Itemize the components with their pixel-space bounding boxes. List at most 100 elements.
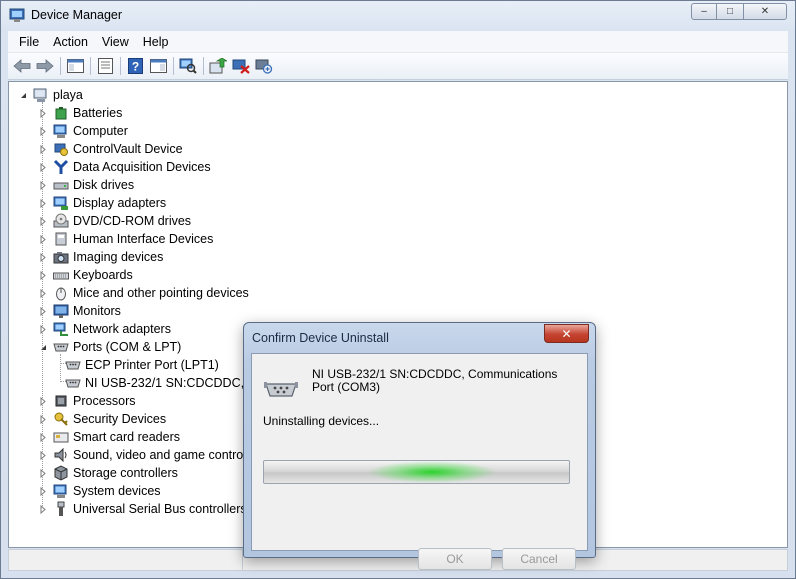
hid-icon [53,231,69,247]
expand-arrow-icon[interactable] [39,144,47,154]
tree-item-label: Security Devices [73,412,167,426]
tree-category-item[interactable]: Data Acquisition Devices [39,158,211,176]
tree-item-label: System devices [73,484,161,498]
help-button[interactable]: ? [124,55,146,77]
minimize-button[interactable]: – [691,3,717,20]
expand-arrow-icon[interactable] [39,288,47,298]
expand-arrow-icon[interactable] [39,270,47,280]
show-hide-tree-button[interactable] [64,55,86,77]
tree-category-item[interactable]: Storage controllers [39,464,178,482]
security-icon [53,411,69,427]
tree-category-item[interactable]: Ports (COM & LPT) [39,338,181,356]
tree-category-item[interactable]: System devices [39,482,161,500]
tree-root[interactable]: playa [19,86,83,104]
properties-icon [97,58,113,74]
processor-icon [53,393,69,409]
tree-category-item[interactable]: Batteries [39,104,122,122]
menu-help[interactable]: Help [136,35,176,49]
status-cell [9,550,243,570]
tree-item-label: Ports (COM & LPT) [73,340,182,354]
expand-arrow-icon[interactable] [39,180,47,190]
ok-button[interactable]: OK [418,548,492,570]
tree-item-label: Universal Serial Bus controllers [73,502,247,516]
collapse-arrow-icon[interactable] [19,91,27,100]
tree-category-item[interactable]: Mice and other pointing devices [39,284,249,302]
tree-category-item[interactable]: Imaging devices [39,248,163,266]
storage-icon [53,465,69,481]
tree-child-item[interactable]: ECP Printer Port (LPT1) [65,356,219,374]
tree-item-label: Disk drives [73,178,135,192]
expand-arrow-icon[interactable] [39,414,47,424]
tree-category-item[interactable]: Smart card readers [39,428,180,446]
properties-button[interactable] [94,55,116,77]
expand-arrow-icon[interactable] [39,324,47,334]
close-icon: ✕ [561,326,572,341]
expand-arrow-icon[interactable] [39,198,47,208]
tree-category-item[interactable]: Disk drives [39,176,134,194]
computer-name: playa [53,88,83,102]
expand-arrow-icon[interactable] [39,432,47,442]
tree-item-label: Mice and other pointing devices [73,286,249,300]
update-driver-button[interactable] [207,55,229,77]
disk-drive-icon [53,177,69,193]
battery-icon [53,105,69,121]
network-adapter-icon [53,321,69,337]
tree-child-item[interactable]: NI USB-232/1 SN:CDCDDC, C [65,374,257,392]
keyboard-icon [53,267,69,283]
dialog-close-button[interactable]: ✕ [544,324,589,343]
tree-category-item[interactable]: Monitors [39,302,121,320]
tree-category-item[interactable]: Display adapters [39,194,166,212]
device-name: NI USB-232/1 SN:CDCDDC, Communications P… [312,367,558,394]
sound-icon [53,447,69,463]
scan-hardware-button[interactable] [177,55,199,77]
tree-item-label: NI USB-232/1 SN:CDCDDC, C [85,376,257,390]
computer-icon [33,87,49,103]
tree-item-label: Imaging devices [73,250,164,264]
expand-arrow-icon[interactable] [39,396,47,406]
tree-item-label: Human Interface Devices [73,232,214,246]
menu-file[interactable]: File [12,35,46,49]
maximize-button[interactable]: □ [717,3,743,20]
mouse-icon [53,285,69,301]
menu-view[interactable]: View [95,35,136,49]
tree-category-item[interactable]: DVD/CD-ROM drives [39,212,191,230]
forward-button[interactable] [34,55,56,77]
tree-category-item[interactable]: Computer [39,122,128,140]
tree-category-item[interactable]: Sound, video and game controlle [39,446,256,464]
show-action-pane-button[interactable] [147,55,169,77]
dialog-body: NI USB-232/1 SN:CDCDDC, Communications P… [251,353,588,570]
tree-item-label: Network adapters [73,322,171,336]
close-button[interactable]: ✕ [743,3,787,20]
imaging-icon [53,249,69,265]
tree-category-item[interactable]: Universal Serial Bus controllers [39,500,247,518]
usb-icon [53,501,69,517]
tree-category-item[interactable]: ControlVault Device [39,140,183,158]
expand-arrow-icon[interactable] [39,252,47,262]
expand-arrow-icon[interactable] [39,108,47,118]
menu-action[interactable]: Action [46,35,95,49]
tree-category-item[interactable]: Network adapters [39,320,171,338]
expand-arrow-icon[interactable] [39,450,47,460]
tree-category-item[interactable]: Human Interface Devices [39,230,213,248]
uninstall-device-button[interactable] [253,55,275,77]
disable-device-button[interactable] [230,55,252,77]
tree-category-item[interactable]: Security Devices [39,410,166,428]
cancel-button[interactable]: Cancel [502,548,576,570]
expand-arrow-icon[interactable] [39,486,47,496]
expand-arrow-icon[interactable] [39,162,47,172]
tree-item-label: Monitors [73,304,121,318]
tree-item-label: Smart card readers [73,430,180,444]
expand-arrow-icon[interactable] [39,234,47,244]
back-button[interactable] [11,55,33,77]
computer-icon [53,123,69,139]
tree-category-item[interactable]: Keyboards [39,266,133,284]
tree-category-item[interactable]: Processors [39,392,136,410]
expand-arrow-icon[interactable] [39,468,47,478]
expand-arrow-icon[interactable] [39,306,47,316]
expand-arrow-icon[interactable] [39,216,47,226]
expand-arrow-icon[interactable] [39,504,47,514]
expand-arrow-icon[interactable] [39,126,47,136]
collapse-arrow-icon[interactable] [39,343,47,352]
title-bar[interactable]: Device Manager – □ ✕ [1,1,795,31]
tree-item-label: Batteries [73,106,123,120]
